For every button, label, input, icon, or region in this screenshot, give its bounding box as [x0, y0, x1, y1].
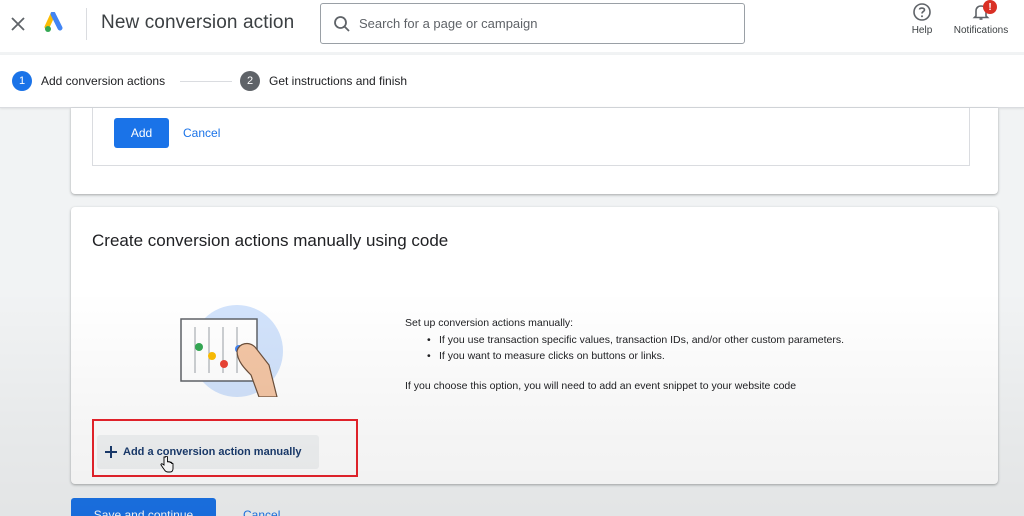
description-note: If you choose this option, you will need…: [405, 379, 797, 392]
help-icon: [913, 3, 931, 21]
step-add-conversion-actions[interactable]: 1 Add conversion actions: [12, 71, 165, 91]
step-connector: [180, 81, 232, 82]
google-ads-logo: [44, 11, 66, 34]
header-divider: [86, 8, 87, 40]
add-button[interactable]: Add: [114, 118, 169, 148]
step-label: Add conversion actions: [41, 74, 166, 88]
help-button[interactable]: Help: [906, 2, 938, 42]
list-item: • If you use transaction specific values,…: [427, 333, 845, 346]
step-number: 2: [240, 71, 260, 91]
description: Set up conversion actions manually: • If …: [405, 315, 965, 394]
notifications-label: Notifications: [953, 25, 1009, 36]
description-list: • If you use transaction specific values,…: [427, 332, 965, 365]
notifications-button[interactable]: ! Notifications: [946, 0, 1016, 42]
list-item: • If you want to measure clicks on button…: [427, 350, 665, 362]
close-icon[interactable]: [6, 12, 30, 36]
top-bar: New conversion action Help ! Notificatio…: [0, 0, 1024, 52]
search-input[interactable]: [359, 16, 719, 31]
highlight-box: [92, 419, 358, 477]
help-label: Help: [911, 25, 933, 36]
conversion-card-top: Add Cancel: [71, 108, 998, 194]
tag-illustration-icon: [180, 305, 283, 397]
card-title: Create conversion actions manually using…: [92, 231, 449, 250]
stepper: 1 Add conversion actions 2 Get instructi…: [0, 55, 1024, 108]
step-number: 1: [12, 71, 32, 91]
step-get-instructions[interactable]: 2 Get instructions and finish: [240, 71, 407, 91]
search-box[interactable]: [320, 3, 745, 44]
step-label: Get instructions and finish: [269, 74, 408, 88]
description-intro: Set up conversion actions manually:: [405, 317, 574, 329]
search-icon: [334, 15, 350, 32]
cancel-button[interactable]: Cancel: [183, 118, 220, 148]
notifications-badge: !: [983, 0, 997, 14]
save-and-continue-button[interactable]: Save and continue: [71, 498, 216, 516]
inner-panel: Add Cancel: [92, 108, 970, 166]
hand-cursor-icon: [160, 456, 174, 473]
footer-cancel-button[interactable]: Cancel: [243, 508, 280, 516]
page-title: New conversion action: [101, 12, 295, 33]
